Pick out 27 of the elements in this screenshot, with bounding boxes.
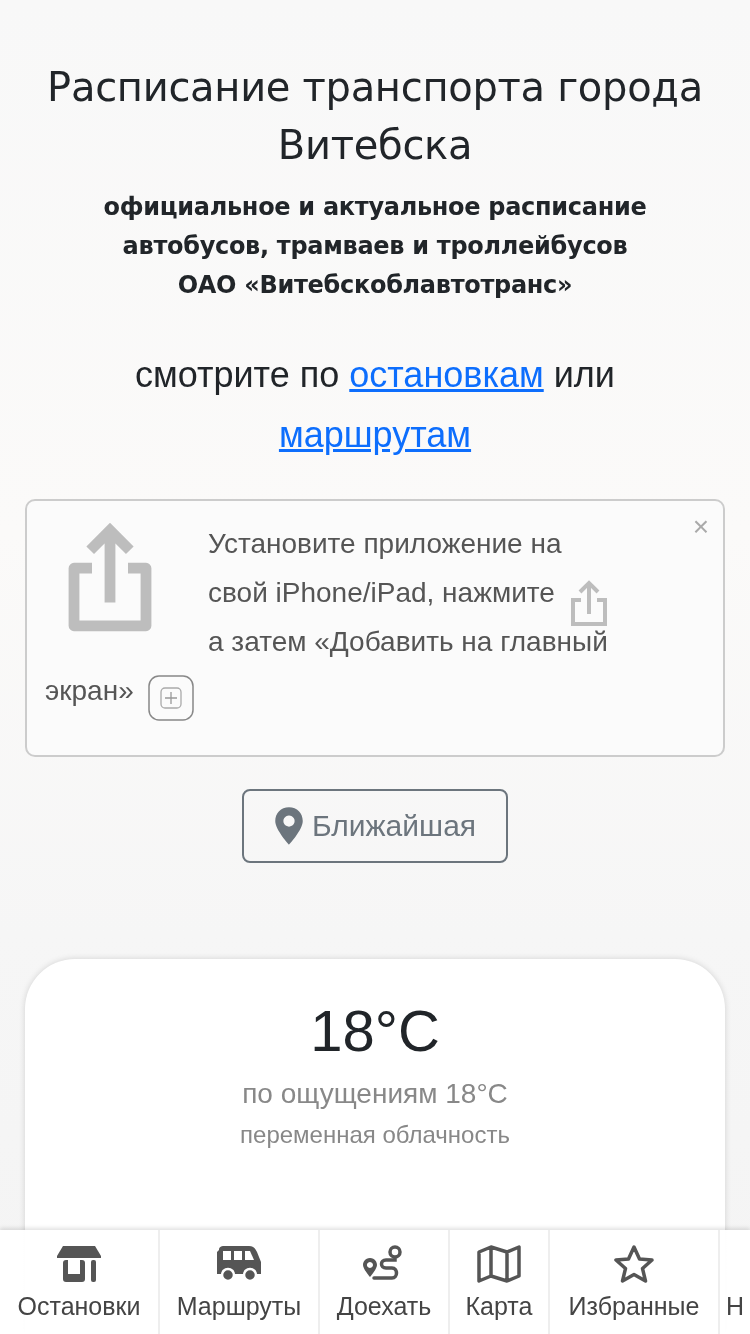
map-icon <box>475 1243 523 1284</box>
nav-item[interactable]: Н <box>720 1230 750 1334</box>
nav-item[interactable]: Маршруты <box>160 1230 320 1334</box>
routes-link[interactable]: маршрутам <box>278 414 472 455</box>
share-icon <box>568 579 609 628</box>
add-icon <box>147 674 194 721</box>
nearest-button[interactable]: Ближайшая <box>241 789 509 863</box>
page-title: Расписание транспорта города Витебска <box>46 63 704 170</box>
install-instruction: свой iPhone/iPad, нажмите <box>208 576 555 609</box>
nav-item[interactable]: Карта <box>450 1230 550 1334</box>
browse-text: смотрите по <box>135 354 340 395</box>
nav-item[interactable]: Остановки <box>0 1230 160 1334</box>
nav-item[interactable]: Доехать <box>320 1230 450 1334</box>
shop-icon <box>55 1243 103 1284</box>
weather-condition: переменная облачность <box>240 1121 510 1149</box>
location-pin-icon <box>273 806 304 846</box>
browse-text: или <box>553 354 615 395</box>
subtitle-line: официальное и актуальное расписание <box>102 192 648 223</box>
install-instruction: экран» <box>45 674 134 707</box>
subtitle-line: автобусов, трамваев и троллейбусов <box>121 231 629 262</box>
stops-link[interactable]: остановкам <box>349 354 544 395</box>
feels-like-text: по ощущениям 18°C <box>242 1077 508 1111</box>
nav-item[interactable]: Избранные <box>550 1230 720 1334</box>
install-instruction: а затем «Добавить на главный <box>208 625 608 658</box>
subtitle-line: ОАО «Витебскоблавтотранс» <box>176 270 574 301</box>
temperature: 18°C <box>310 997 440 1065</box>
install-instruction: Установите приложение на <box>208 527 562 560</box>
